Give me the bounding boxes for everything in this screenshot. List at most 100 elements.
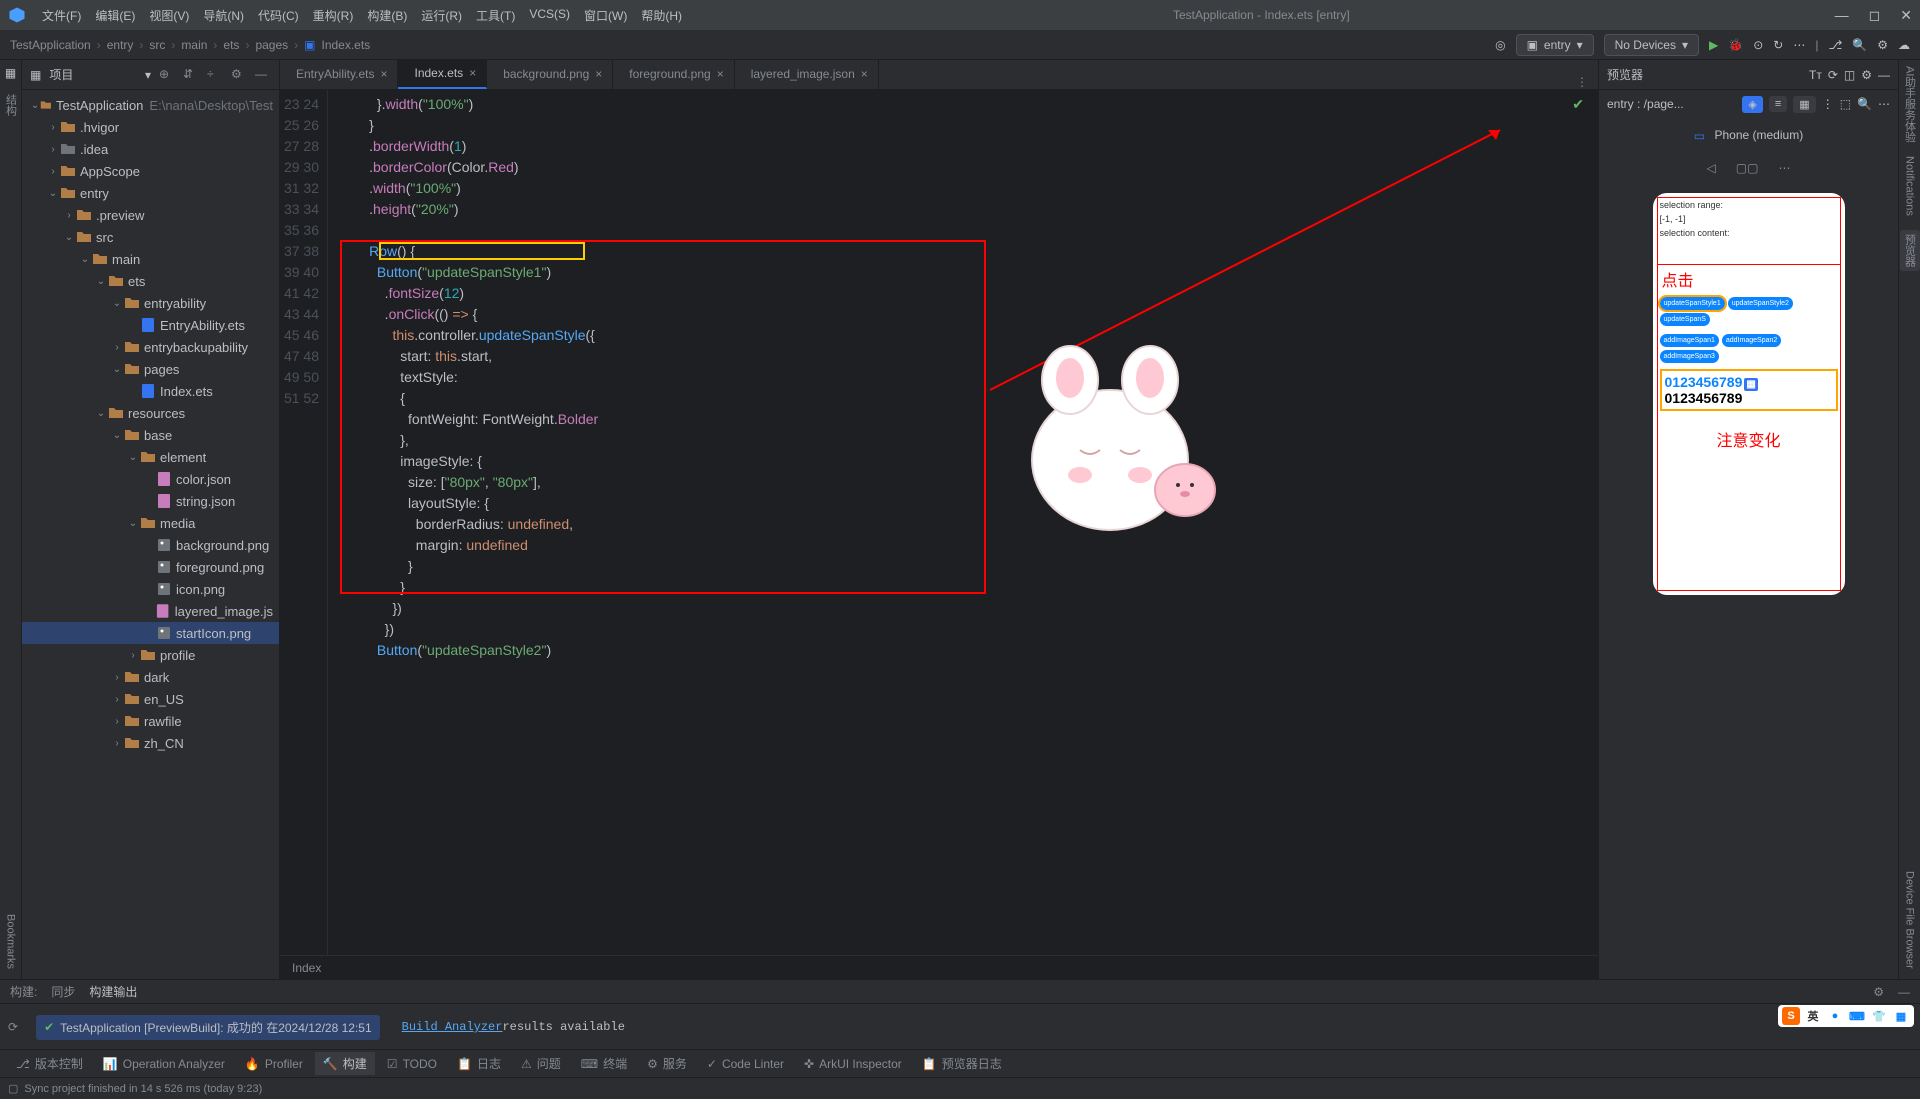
menu-item[interactable]: 文件(F) bbox=[36, 3, 87, 28]
search-icon[interactable]: 🔍 bbox=[1852, 38, 1867, 52]
breadcrumb-item[interactable]: TestApplication bbox=[10, 38, 91, 52]
project-tree[interactable]: ⌄TestApplicationE:\nana\Desktop\Test›.hv… bbox=[22, 90, 279, 979]
tree-node[interactable]: ⌄pages bbox=[22, 358, 279, 380]
run-icon[interactable]: ▶ bbox=[1709, 38, 1718, 52]
tree-node[interactable]: color.json bbox=[22, 468, 279, 490]
breadcrumb-item[interactable]: entry bbox=[107, 38, 134, 52]
close-tab-icon[interactable]: × bbox=[595, 67, 602, 81]
bottom-tool-终端[interactable]: ⌨终端 bbox=[573, 1052, 635, 1075]
tree-node[interactable]: startIcon.png bbox=[22, 622, 279, 644]
inspection-ok-icon[interactable]: ✔ bbox=[1572, 96, 1584, 113]
hide-icon[interactable]: — bbox=[255, 67, 271, 83]
tree-node[interactable]: ⌄src bbox=[22, 226, 279, 248]
restart-icon[interactable]: ⟳ bbox=[0, 1020, 26, 1034]
ime-shirt-icon[interactable]: 👕 bbox=[1870, 1007, 1888, 1025]
bottom-tool-服务[interactable]: ⚙服务 bbox=[639, 1052, 695, 1075]
device-file-tab[interactable]: Device File Browser bbox=[1904, 871, 1916, 969]
code-text[interactable]: }.width("100%") } .borderWidth(1) .borde… bbox=[328, 90, 1598, 955]
previewer-tab[interactable]: 预览器 bbox=[1900, 230, 1920, 271]
tree-node[interactable]: ⌄entry bbox=[22, 182, 279, 204]
menu-item[interactable]: 工具(T) bbox=[470, 3, 521, 28]
tree-node[interactable]: ⌄resources bbox=[22, 402, 279, 424]
build-status[interactable]: ✔ TestApplication [PreviewBuild]: 成功的 在2… bbox=[36, 1015, 380, 1040]
tree-node[interactable]: Index.ets bbox=[22, 380, 279, 402]
device-combo[interactable]: No Devices▾ bbox=[1604, 34, 1699, 56]
grid-icon[interactable]: ▦ bbox=[1793, 96, 1815, 113]
preview-button[interactable]: updateSpanStyle2 bbox=[1728, 297, 1793, 310]
editor-tab[interactable]: EntryAbility.ets× bbox=[280, 59, 398, 89]
close-button[interactable]: ✕ bbox=[1900, 7, 1912, 24]
bottom-tool-版本控制[interactable]: ⎇版本控制 bbox=[8, 1052, 91, 1075]
minimize-button[interactable]: — bbox=[1835, 7, 1849, 24]
breadcrumb-item[interactable]: main bbox=[181, 38, 207, 52]
notifications-tab[interactable]: Notifications bbox=[1904, 156, 1916, 216]
tree-node[interactable]: ⌄media bbox=[22, 512, 279, 534]
build-output-tab[interactable]: 构建输出 bbox=[89, 983, 137, 1000]
sync-tab[interactable]: 同步 bbox=[51, 983, 75, 1000]
tree-node[interactable]: ›en_US bbox=[22, 688, 279, 710]
editor-tab[interactable]: layered_image.json× bbox=[735, 59, 879, 89]
refresh-icon[interactable]: ⟳ bbox=[1828, 68, 1838, 82]
tree-node[interactable]: ›AppScope bbox=[22, 160, 279, 182]
breadcrumb-item[interactable]: Index.ets bbox=[321, 38, 370, 52]
tree-node[interactable]: ⌄ets bbox=[22, 270, 279, 292]
ime-lang[interactable]: 英 bbox=[1804, 1007, 1822, 1025]
target-icon[interactable]: ◎ bbox=[1495, 38, 1505, 52]
tree-node[interactable]: icon.png bbox=[22, 578, 279, 600]
crop-icon[interactable]: ⬚ bbox=[1840, 97, 1851, 111]
preview-button[interactable]: updateSpanS bbox=[1660, 313, 1710, 326]
settings-icon[interactable]: ⚙ bbox=[1877, 38, 1888, 52]
bottom-tool-日志[interactable]: 📋日志 bbox=[449, 1052, 509, 1075]
stack-icon[interactable]: ≡ bbox=[1769, 96, 1787, 112]
tree-node[interactable]: string.json bbox=[22, 490, 279, 512]
tree-node[interactable]: ⌄base bbox=[22, 424, 279, 446]
bottom-tool-ArkUI Inspector[interactable]: ✜ArkUI Inspector bbox=[796, 1054, 910, 1074]
menu-item[interactable]: 构建(B) bbox=[361, 3, 413, 28]
ime-keyboard-icon[interactable]: ⌨ bbox=[1848, 1007, 1866, 1025]
menu-item[interactable]: 帮助(H) bbox=[635, 3, 688, 28]
tree-node[interactable]: ⌄entryability bbox=[22, 292, 279, 314]
editor-breadcrumb[interactable]: Index bbox=[280, 955, 1598, 979]
code-editor[interactable]: 23 24 25 26 27 28 29 30 31 32 33 34 35 3… bbox=[280, 90, 1598, 955]
project-tool-icon[interactable]: ▦ bbox=[5, 66, 16, 80]
ime-dot-icon[interactable]: ● bbox=[1826, 1007, 1844, 1025]
editor-tab[interactable]: background.png× bbox=[487, 59, 613, 89]
tree-node[interactable]: ›.idea bbox=[22, 138, 279, 160]
breadcrumb-item[interactable]: src bbox=[149, 38, 165, 52]
expand-icon[interactable]: ⇵ bbox=[183, 67, 199, 83]
bookmarks-tab[interactable]: Bookmarks bbox=[5, 914, 17, 969]
maximize-button[interactable]: ◻ bbox=[1869, 7, 1881, 24]
select-opened-icon[interactable]: ⊕ bbox=[159, 67, 175, 83]
tree-node[interactable]: ›zh_CN bbox=[22, 732, 279, 754]
home-icon[interactable]: ▢▢ bbox=[1736, 161, 1759, 175]
breadcrumb-item[interactable]: ets bbox=[223, 38, 239, 52]
tabs-more-icon[interactable]: ⋮ bbox=[1566, 75, 1598, 89]
gear-icon[interactable]: ⚙ bbox=[1861, 68, 1872, 82]
editor-tab[interactable]: foreground.png× bbox=[613, 59, 734, 89]
run-config-combo[interactable]: ▣entry▾ bbox=[1516, 34, 1594, 56]
gear-icon[interactable]: ⚙ bbox=[231, 67, 247, 83]
hide-icon[interactable]: — bbox=[1898, 985, 1910, 999]
menu-item[interactable]: 重构(R) bbox=[307, 3, 360, 28]
menu-item[interactable]: 导航(N) bbox=[197, 3, 250, 28]
menu-icon[interactable]: ⋯ bbox=[1878, 97, 1890, 111]
build-analyzer-link[interactable]: Build Analyzer bbox=[402, 1020, 503, 1034]
coverage-icon[interactable]: ⊙ bbox=[1753, 38, 1763, 52]
bottom-tool-预览器日志[interactable]: 📋预览器日志 bbox=[914, 1052, 1010, 1075]
hide-icon[interactable]: — bbox=[1878, 68, 1890, 82]
git-icon[interactable]: ⎇ bbox=[1828, 38, 1842, 52]
tree-node[interactable]: ⌄element bbox=[22, 446, 279, 468]
bottom-tool-Code Linter[interactable]: ✓Code Linter bbox=[699, 1054, 792, 1074]
cloud-icon[interactable]: ☁ bbox=[1898, 38, 1910, 52]
collapse-icon[interactable]: ÷ bbox=[207, 67, 223, 83]
rotate-icon[interactable]: ◫ bbox=[1844, 68, 1855, 82]
preview-button[interactable]: addImageSpan2 bbox=[1722, 334, 1781, 347]
bottom-tool-Profiler[interactable]: 🔥Profiler bbox=[237, 1054, 311, 1074]
menu-item[interactable]: 窗口(W) bbox=[578, 3, 633, 28]
editor-tab[interactable]: Index.ets× bbox=[398, 59, 487, 89]
tree-node[interactable]: background.png bbox=[22, 534, 279, 556]
menu-item[interactable]: 视图(V) bbox=[143, 3, 195, 28]
tree-node[interactable]: ›.hvigor bbox=[22, 116, 279, 138]
layer-icon[interactable]: ◈ bbox=[1742, 96, 1762, 113]
tree-node[interactable]: ›rawfile bbox=[22, 710, 279, 732]
